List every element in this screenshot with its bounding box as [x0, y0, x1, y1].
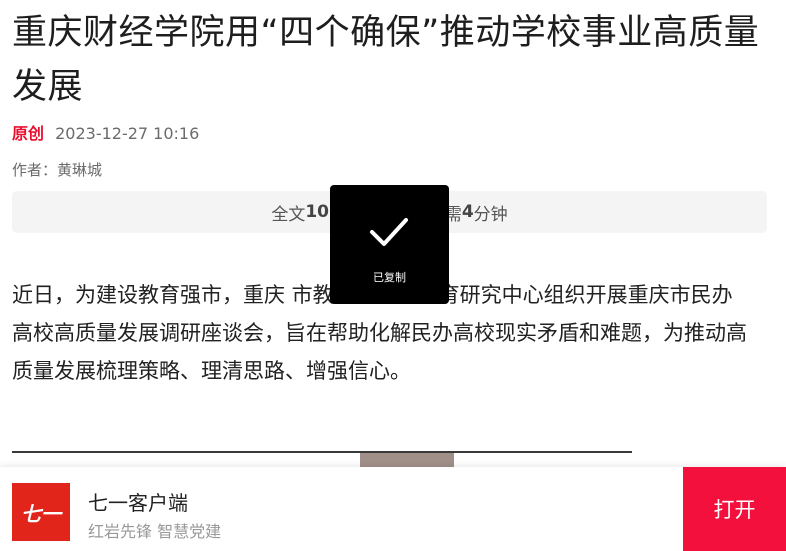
app-download-banner: 七一 七一客户端 红岩先锋 智慧党建 打开: [0, 467, 786, 551]
original-badge: 原创: [12, 124, 45, 143]
read-prefix: 全文: [271, 204, 306, 225]
app-logo: 七一: [12, 483, 70, 541]
read-minutes: 4: [461, 202, 474, 222]
copied-toast: 已复制: [330, 185, 449, 304]
article-meta: 原创 2023-12-27 10:16: [12, 124, 199, 144]
open-app-button[interactable]: 打开: [683, 467, 786, 551]
author-line: 作者：黄琳城: [12, 161, 103, 179]
app-slogan: 红岩先锋 智慧党建: [88, 522, 222, 541]
article-title: 重庆财经学院用“四个确保”推动学校事业高质量发展: [12, 13, 760, 107]
checkmark-icon: [370, 218, 408, 246]
read-unit: 分钟: [473, 204, 508, 225]
publish-datetime: 2023-12-27 10:16: [55, 124, 200, 143]
toast-text: 已复制: [373, 271, 406, 284]
article-image: [12, 449, 632, 469]
app-name: 七一客户端: [88, 491, 188, 515]
